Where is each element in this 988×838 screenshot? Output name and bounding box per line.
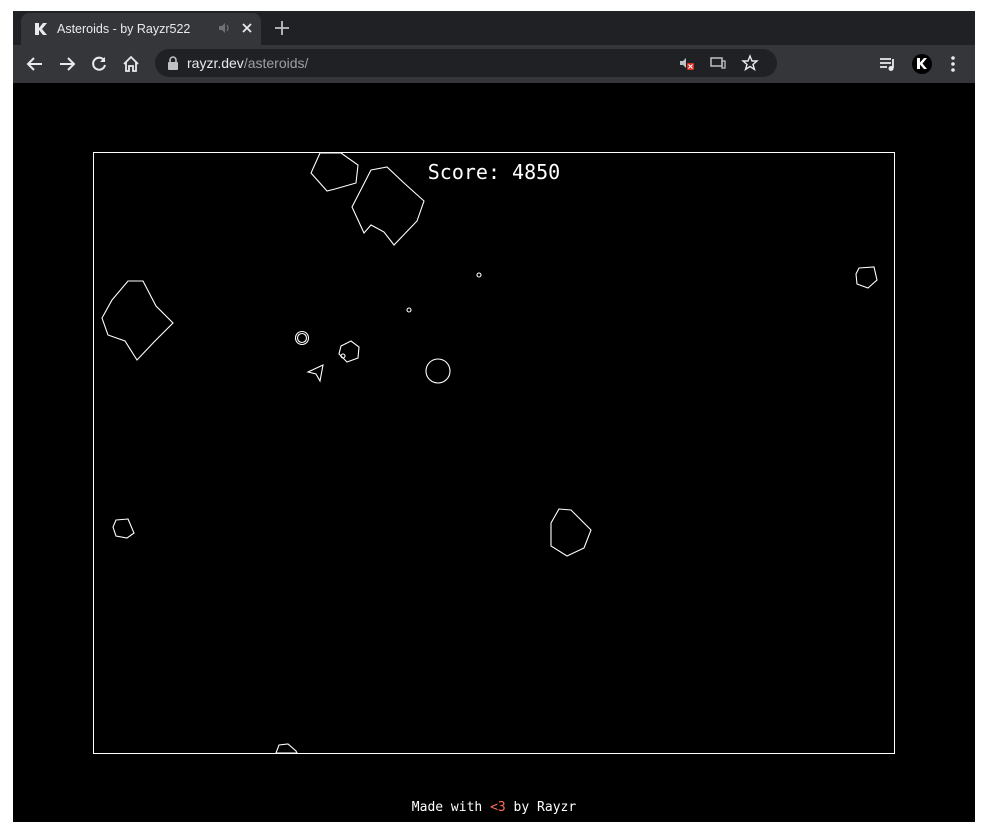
back-arrow-icon[interactable] (25, 54, 45, 74)
plus-icon[interactable] (273, 19, 291, 37)
footer-heart: <3 (490, 800, 506, 815)
asteroid (275, 743, 298, 753)
forward-arrow-icon[interactable] (57, 54, 77, 74)
bullet (406, 307, 412, 313)
profile-avatar-icon[interactable] (911, 53, 933, 75)
asteroid (101, 280, 174, 361)
more-vert-icon[interactable] (943, 54, 963, 74)
media-controls-icon[interactable] (878, 54, 898, 74)
tab-strip: Asteroids - by Rayzr522 (13, 11, 975, 45)
url-path: /asteroids/ (243, 55, 309, 71)
footer-prefix: Made with (411, 800, 491, 815)
asteroid (855, 266, 878, 289)
game-canvas[interactable]: Score: 4850 (93, 152, 895, 754)
sound-blocked-icon[interactable] (677, 54, 695, 72)
browser-window: Asteroids - by Rayzr522 rayzr.dev/astero… (13, 11, 975, 822)
tab-title: Asteroids - by Rayzr522 (57, 22, 191, 36)
cast-icon[interactable] (709, 54, 727, 72)
reload-icon[interactable] (89, 54, 109, 74)
url-text[interactable]: rayzr.dev/asteroids/ (187, 55, 308, 71)
asteroid (550, 508, 592, 557)
speaker-icon[interactable] (217, 21, 231, 35)
browser-toolbar: rayzr.dev/asteroids/ (13, 45, 975, 84)
player-ship (306, 364, 324, 383)
close-icon[interactable] (239, 20, 255, 36)
asteroid (338, 340, 360, 363)
address-bar[interactable]: rayzr.dev/asteroids/ (155, 49, 777, 77)
ufo-circle (425, 358, 451, 384)
bullet (296, 332, 308, 344)
score-display: Score: 4850 (427, 160, 561, 184)
footer-suffix: by Rayzr (505, 800, 577, 815)
asteroid (112, 518, 135, 539)
lock-icon[interactable] (167, 56, 179, 70)
tab-asteroids[interactable]: Asteroids - by Rayzr522 (21, 13, 261, 45)
game-field (101, 153, 878, 753)
footer-credit: Made with <3 by Rayzr (13, 800, 975, 815)
bullet (476, 272, 482, 278)
url-host: rayzr.dev (187, 55, 244, 71)
rayzr-logo-icon (35, 23, 47, 35)
home-icon[interactable] (121, 54, 141, 74)
star-icon[interactable] (741, 54, 759, 72)
page-viewport: Score: 4850 Made with <3 by Rayzr (13, 83, 975, 822)
